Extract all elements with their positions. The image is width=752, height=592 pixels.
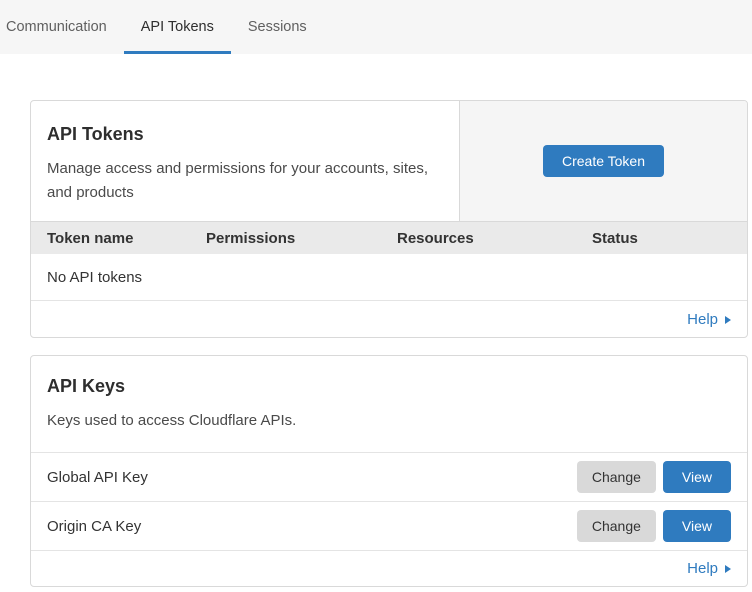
- api-keys-help-label: Help: [687, 560, 718, 577]
- api-tokens-description: Manage access and permissions for your a…: [47, 157, 443, 205]
- key-name: Origin CA Key: [47, 518, 577, 535]
- view-button[interactable]: View: [663, 461, 731, 493]
- header-cell-permissions: Permissions: [206, 230, 397, 247]
- page-content: API Tokens Manage access and permissions…: [0, 54, 752, 587]
- api-tokens-card-footer: Help: [31, 301, 747, 337]
- api-tokens-title: API Tokens: [47, 124, 443, 145]
- key-row-origin-ca-key: Origin CA Key Change View: [31, 501, 747, 550]
- tab-sessions[interactable]: Sessions: [231, 0, 324, 54]
- api-keys-help-link[interactable]: Help: [687, 560, 731, 577]
- tab-api-tokens[interactable]: API Tokens: [124, 0, 231, 54]
- tokens-table-header: Token name Permissions Resources Status: [31, 221, 747, 254]
- key-name: Global API Key: [47, 469, 577, 486]
- api-tokens-help-link[interactable]: Help: [687, 311, 731, 328]
- create-token-button[interactable]: Create Token: [543, 145, 664, 177]
- tokens-empty-message: No API tokens: [47, 269, 142, 286]
- api-keys-title: API Keys: [47, 376, 731, 397]
- api-tokens-card-intro: API Tokens Manage access and permissions…: [31, 101, 460, 221]
- key-actions: Change View: [577, 510, 731, 542]
- view-button[interactable]: View: [663, 510, 731, 542]
- api-tokens-card: API Tokens Manage access and permissions…: [30, 100, 748, 338]
- tokens-empty-row: No API tokens: [31, 254, 747, 301]
- header-cell-status: Status: [592, 230, 747, 247]
- help-arrow-icon: [725, 316, 731, 324]
- key-row-global-api-key: Global API Key Change View: [31, 452, 747, 501]
- create-token-panel: Create Token: [460, 101, 747, 221]
- api-keys-card-footer: Help: [31, 550, 747, 586]
- api-keys-card-header: API Keys Keys used to access Cloudflare …: [31, 356, 747, 452]
- change-button[interactable]: Change: [577, 510, 656, 542]
- header-cell-token-name: Token name: [47, 230, 206, 247]
- help-arrow-icon: [725, 565, 731, 573]
- api-keys-card: API Keys Keys used to access Cloudflare …: [30, 355, 748, 587]
- header-cell-resources: Resources: [397, 230, 592, 247]
- api-tokens-card-header: API Tokens Manage access and permissions…: [31, 101, 747, 221]
- tab-communication[interactable]: Communication: [6, 0, 124, 54]
- key-actions: Change View: [577, 461, 731, 493]
- api-tokens-help-label: Help: [687, 311, 718, 328]
- api-keys-description: Keys used to access Cloudflare APIs.: [47, 409, 447, 433]
- change-button[interactable]: Change: [577, 461, 656, 493]
- tab-bar: Communication API Tokens Sessions: [0, 0, 752, 54]
